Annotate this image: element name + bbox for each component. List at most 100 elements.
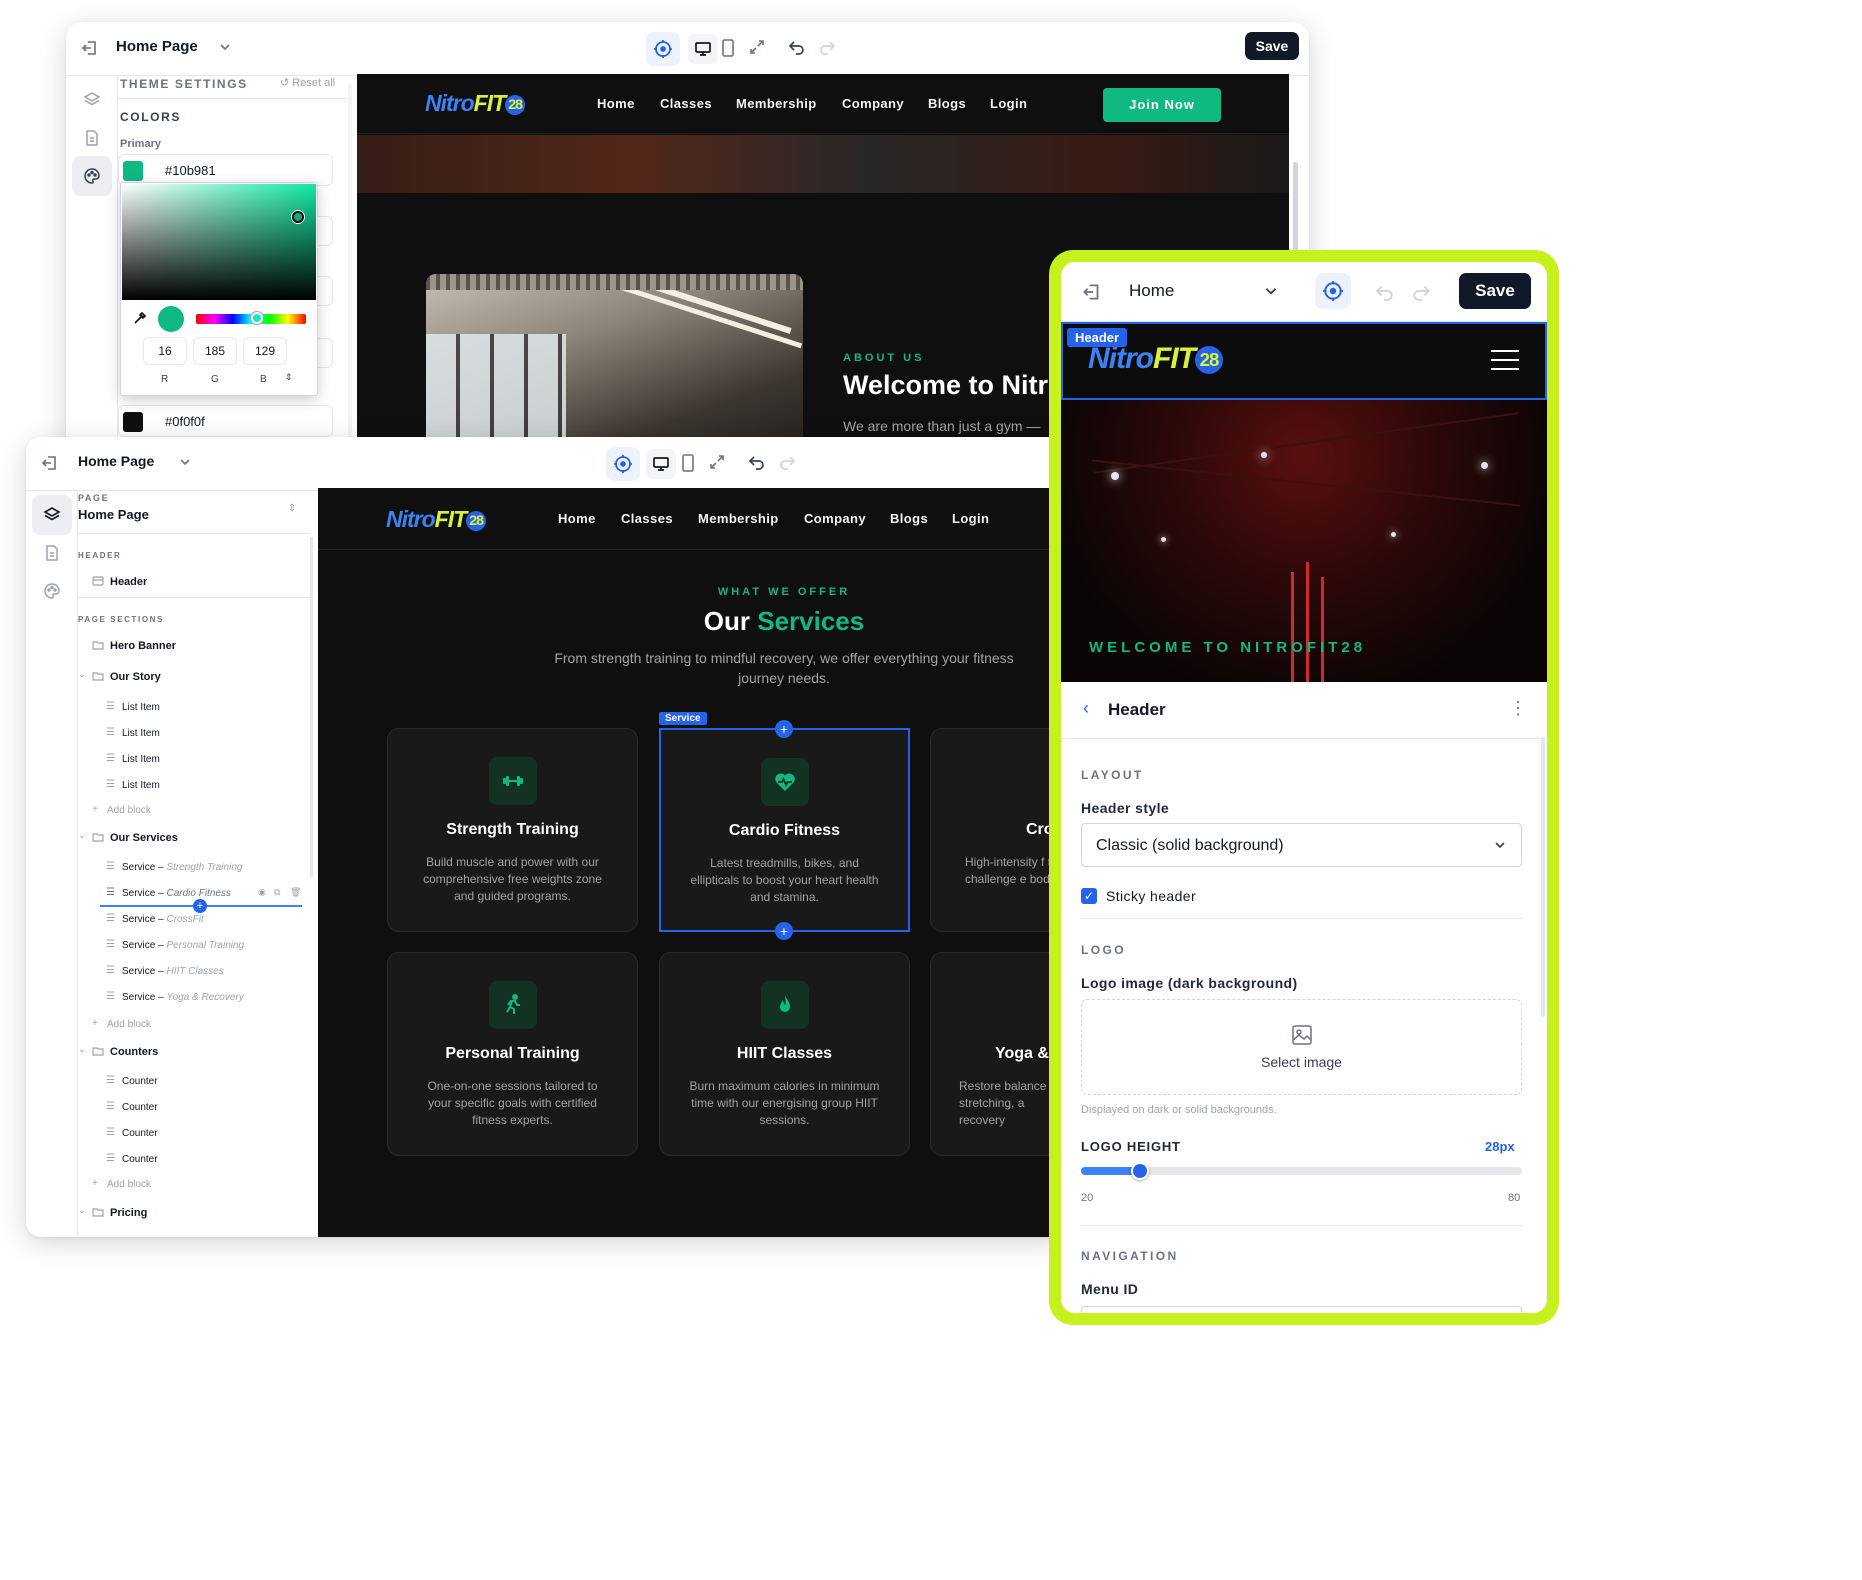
header-style-select[interactable]: Classic (solid background) <box>1081 823 1522 867</box>
reset-all-link[interactable]: ↺ Reset all <box>280 76 335 89</box>
nav-membership[interactable]: Membership <box>736 96 817 111</box>
chevron-down-icon[interactable]: ⌄ <box>78 1205 86 1216</box>
chevron-down-icon[interactable] <box>218 40 232 54</box>
red-input[interactable]: 16 <box>143 337 187 365</box>
service-card-hiit[interactable]: HIIT Classes Burn maximum calories in mi… <box>659 952 910 1156</box>
primary-hex[interactable]: #10b981 <box>165 163 216 178</box>
desktop-icon[interactable] <box>688 34 718 64</box>
copy-icon[interactable]: ⧉ <box>274 887 280 898</box>
panel-scrollbar[interactable] <box>348 84 352 444</box>
undo-icon[interactable] <box>748 453 766 471</box>
tree-counter-item[interactable]: ☰ Counter <box>78 1148 310 1174</box>
menu-icon[interactable] <box>1491 350 1519 370</box>
nav-home[interactable]: Home <box>558 511 596 526</box>
nav-login[interactable]: Login <box>990 96 1027 111</box>
dark-swatch[interactable] <box>123 412 143 432</box>
tree-service-item[interactable]: ☰ Service – Personal Training <box>78 934 310 960</box>
layers-tab[interactable] <box>72 80 112 120</box>
target-select-icon[interactable] <box>1315 273 1351 309</box>
tree-counters[interactable]: ⌄ Counters <box>78 1041 310 1067</box>
site-header[interactable]: NitroFIT 28 Home Classes Membership Compa… <box>357 74 1289 134</box>
primary-swatch[interactable] <box>123 161 143 181</box>
blue-input[interactable]: 129 <box>243 337 287 365</box>
exit-icon[interactable] <box>40 453 60 473</box>
tree-list-item[interactable]: ☰ List Item <box>78 696 310 722</box>
format-toggle-icon[interactable]: ⇕ <box>285 372 293 383</box>
redo-icon[interactable] <box>1411 282 1431 302</box>
nav-classes[interactable]: Classes <box>621 511 673 526</box>
theme-tab[interactable] <box>72 156 112 196</box>
tree-list-item[interactable]: ☰ List Item <box>78 748 310 774</box>
exit-icon[interactable] <box>1081 281 1103 303</box>
undo-icon[interactable] <box>1375 282 1395 302</box>
target-select-icon[interactable] <box>606 447 640 481</box>
pages-tab[interactable] <box>72 118 112 158</box>
chevron-down-icon[interactable]: ⌄ <box>78 669 86 680</box>
chevron-down-icon[interactable]: ⌄ <box>78 830 86 841</box>
nav-home[interactable]: Home <box>597 96 635 111</box>
more-options-icon[interactable]: ⋮ <box>1509 698 1527 719</box>
fullscreen-icon[interactable] <box>708 453 726 471</box>
nav-blogs[interactable]: Blogs <box>890 511 928 526</box>
nav-login[interactable]: Login <box>952 511 989 526</box>
nav-membership[interactable]: Membership <box>698 511 779 526</box>
chevron-down-icon[interactable] <box>178 455 192 469</box>
sticky-checkbox[interactable]: ✓ <box>1081 888 1097 904</box>
tree-service-item[interactable]: ☰ Service – Yoga & Recovery <box>78 986 310 1012</box>
delete-icon[interactable]: 🗑 <box>290 887 301 898</box>
eye-icon[interactable]: ◉ <box>258 887 266 898</box>
undo-icon[interactable] <box>788 38 806 56</box>
tree-hero-banner[interactable]: Hero Banner <box>78 635 310 661</box>
nav-company[interactable]: Company <box>804 511 866 526</box>
add-block-button[interactable]: + Add block <box>78 799 310 825</box>
tree-scrollbar[interactable] <box>310 537 313 877</box>
dark-hex[interactable]: #0f0f0f <box>165 414 205 429</box>
green-input[interactable]: 185 <box>193 337 237 365</box>
tree-service-item[interactable]: ☰ Service – Strength Training <box>78 856 310 882</box>
page-select[interactable]: Home Page <box>78 453 154 469</box>
page-name[interactable]: Home Page <box>78 507 149 522</box>
theme-tab[interactable] <box>32 571 72 611</box>
tree-pricing[interactable]: ⌄ Pricing <box>78 1202 310 1228</box>
nitrofit-logo[interactable]: NitroFIT 28 <box>1088 342 1223 376</box>
service-card-strength[interactable]: Strength Training Build muscle and power… <box>387 728 638 932</box>
eyedropper-icon[interactable] <box>133 311 147 325</box>
add-block-button[interactable]: + Add block <box>78 1173 310 1199</box>
save-button[interactable]: Save <box>1459 273 1531 309</box>
service-card-personal[interactable]: Personal Training One-on-one sessions ta… <box>387 952 638 1156</box>
chevron-down-icon[interactable]: ⌄ <box>78 1044 86 1055</box>
service-card-yoga[interactable]: Yoga & Restore balance stretching, a rec… <box>930 952 1066 1156</box>
site-header[interactable]: NitroFIT 28 Home Classes Membership Compa… <box>318 488 1066 550</box>
join-now-button[interactable]: Join Now <box>1103 88 1221 122</box>
tree-our-story[interactable]: ⌄ Our Story <box>78 666 310 692</box>
exit-icon[interactable] <box>80 38 100 58</box>
dark-color-field[interactable]: #0f0f0f <box>118 405 333 437</box>
tree-list-item[interactable]: ☰ List Item <box>78 722 310 748</box>
add-block-button[interactable]: + Add block <box>78 1013 310 1039</box>
hue-handle[interactable] <box>251 312 263 324</box>
tablet-icon[interactable] <box>720 38 736 58</box>
saturation-handle[interactable] <box>292 211 304 223</box>
nitrofit-logo[interactable]: NitroFIT 28 <box>386 506 487 533</box>
collapse-icon[interactable]: ⇕ <box>288 503 296 514</box>
fullscreen-icon[interactable] <box>748 38 766 56</box>
page-select[interactable]: Home Page <box>116 38 198 55</box>
chevron-down-icon[interactable] <box>1263 283 1279 299</box>
nitrofit-logo[interactable]: NitroFIT 28 <box>425 90 526 117</box>
service-card-cardio[interactable]: Cardio Fitness Latest treadmills, bikes,… <box>659 728 910 932</box>
redo-icon[interactable] <box>778 453 796 471</box>
slider-thumb[interactable] <box>1130 1162 1149 1180</box>
nav-blogs[interactable]: Blogs <box>928 96 966 111</box>
select-image-dropzone[interactable]: Select image <box>1081 999 1522 1095</box>
header-selection-tag[interactable]: Header <box>1067 328 1128 347</box>
layers-tab[interactable] <box>32 495 72 535</box>
selected-header[interactable]: NitroFIT 28 <box>1061 322 1547 400</box>
insert-above-icon[interactable]: + <box>775 720 793 738</box>
desktop-icon[interactable] <box>646 449 676 479</box>
tree-counter-item[interactable]: ☰ Counter <box>78 1122 310 1148</box>
pages-tab[interactable] <box>32 533 72 573</box>
selection-tag[interactable]: Service <box>659 712 707 725</box>
tree-header[interactable]: Header <box>78 571 310 597</box>
page-select[interactable]: Home <box>1129 281 1174 301</box>
logo-height-slider[interactable] <box>1081 1162 1522 1180</box>
